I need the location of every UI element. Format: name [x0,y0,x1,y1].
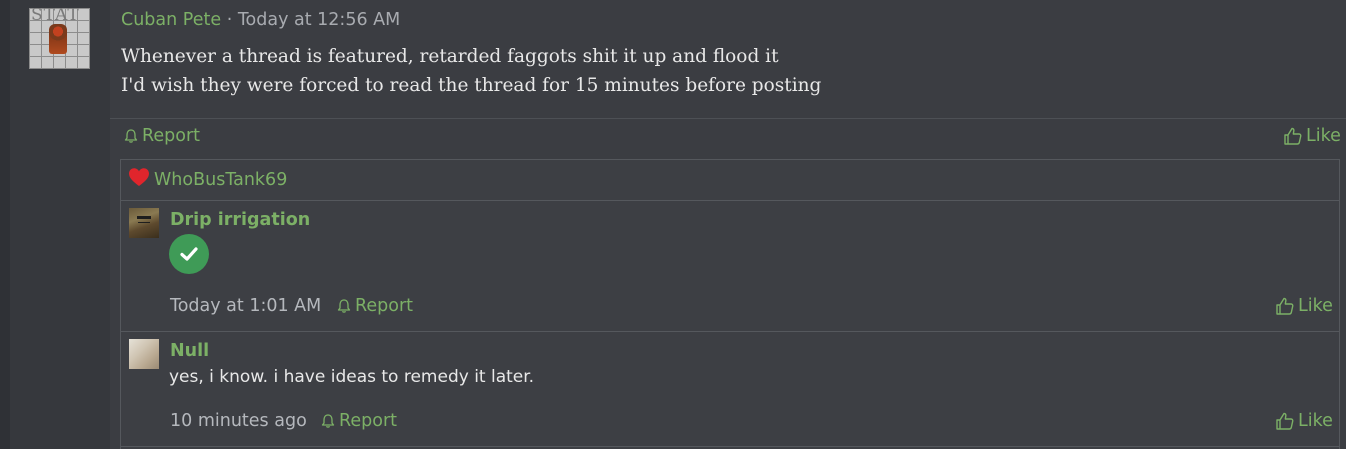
post-line: I'd wish they were forced to read the th… [121,75,822,96]
report-label: Report [355,296,414,316]
avatar-figure [49,24,67,54]
reply-like-button[interactable]: Like [1275,296,1333,316]
reply-report-button[interactable]: Report [336,296,413,316]
thumbs-up-icon [1283,126,1303,146]
reply-separator [121,200,1339,201]
reply-separator [121,446,1339,447]
report-button[interactable]: Report [123,126,200,146]
post-footer-divider [110,118,1346,119]
post-line: Whenever a thread is featured, retarded … [121,46,779,67]
like-label: Like [1298,296,1333,316]
post-time[interactable]: Today at 12:56 AM [238,10,400,30]
thumbs-up-icon [1275,296,1295,316]
like-label: Like [1306,126,1341,146]
reply-like-button[interactable]: Like [1275,411,1333,431]
reply-text: yes, i know. i have ideas to remedy it l… [169,367,535,387]
report-label: Report [142,126,201,146]
post-author-name[interactable]: Cuban Pete [121,10,221,30]
time-separator: · [221,10,238,30]
reply-avatar[interactable] [129,339,159,369]
report-label: Report [339,411,398,431]
like-label: Like [1298,411,1333,431]
reply-avatar[interactable] [129,208,159,238]
thumbs-up-icon [1275,411,1295,431]
bell-icon [123,128,139,144]
reaction-users[interactable]: WhoBusTank69 [154,170,287,190]
post-header: Cuban Pete · Today at 12:56 AM [121,10,400,30]
post-body: Whenever a thread is featured, retarded … [121,42,821,100]
reply-time[interactable]: 10 minutes ago [170,411,307,431]
heart-icon [128,167,150,192]
bell-icon [320,413,336,429]
reply-author-name[interactable]: Drip irrigation [170,210,310,230]
reaction-bar[interactable]: WhoBusTank69 [128,167,287,192]
left-edge [0,0,10,449]
reply-report-button[interactable]: Report [320,411,397,431]
like-button[interactable]: Like [1283,126,1341,146]
bell-icon [336,298,352,314]
reply-time[interactable]: Today at 1:01 AM [170,296,321,316]
checkmark-icon [169,234,209,274]
reply-separator [121,331,1339,332]
reply-author-name[interactable]: Null [170,341,209,361]
avatar-text: STAT [31,8,80,25]
post-author-avatar[interactable]: STAT [29,8,90,69]
